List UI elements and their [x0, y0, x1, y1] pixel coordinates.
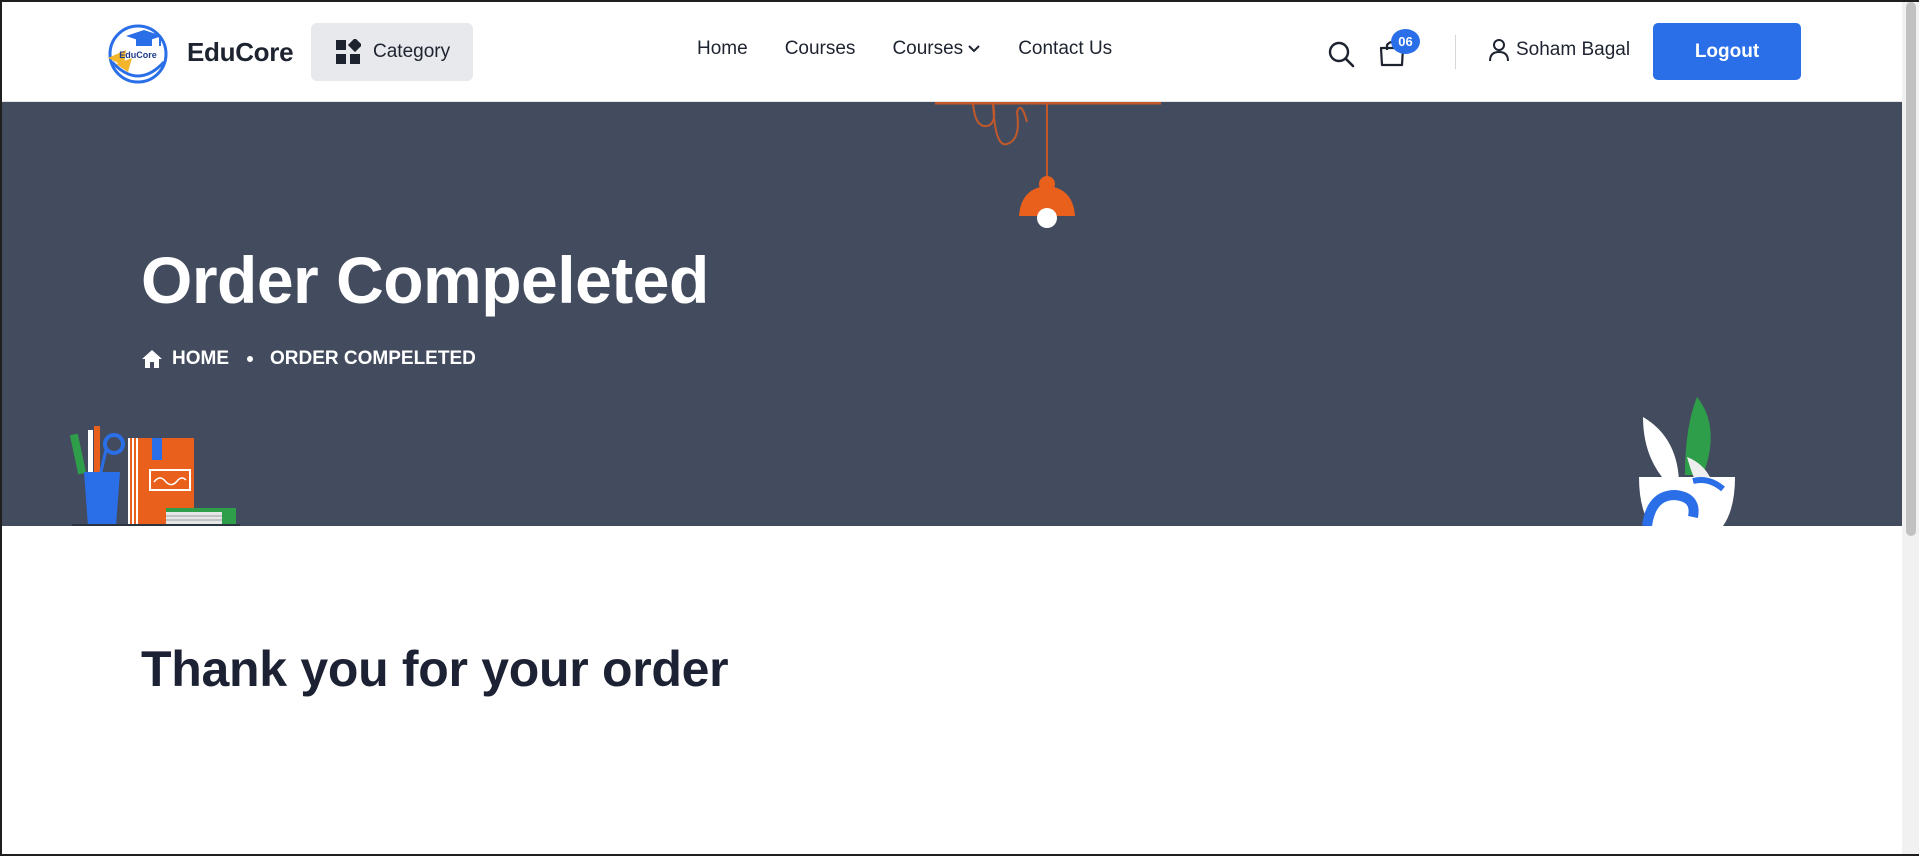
logo-text: EduCore: [119, 50, 157, 60]
user-icon: [1489, 39, 1509, 62]
educore-logo[interactable]: EduCore: [98, 20, 178, 84]
breadcrumb-current: ORDER COMPELETED: [270, 348, 476, 369]
breadcrumb: HOME ORDER COMPELETED: [141, 348, 476, 370]
chevron-down-icon: [968, 45, 980, 53]
nav-home[interactable]: Home: [697, 38, 748, 60]
main-nav: Home Courses Courses Contact Us: [697, 38, 1112, 60]
scrollbar-thumb[interactable]: [1906, 2, 1916, 536]
search-icon[interactable]: [1327, 40, 1355, 68]
logout-button[interactable]: Logout: [1653, 23, 1801, 80]
page-banner: Order Compeleted HOME ORDER COMPELETED: [0, 102, 1902, 526]
category-label: Category: [373, 41, 451, 62]
home-icon[interactable]: [141, 349, 163, 369]
plant-pot-illustration: [1639, 397, 1735, 526]
nav-courses[interactable]: Courses: [785, 38, 856, 60]
books-pencil-cup-illustration: [70, 426, 240, 526]
breadcrumb-home[interactable]: HOME: [172, 348, 229, 370]
category-grid-icon: [336, 39, 361, 64]
nav-courses-dropdown[interactable]: Courses: [892, 38, 981, 60]
nav-courses-dropdown-label: Courses: [892, 38, 964, 59]
nav-contact-us[interactable]: Contact Us: [1018, 38, 1112, 60]
site-header: EduCore EduCore Category Home Courses Co…: [0, 0, 1902, 102]
page-title: Order Compeleted: [141, 243, 709, 317]
hanging-lamp-illustration: [935, 102, 1161, 228]
user-name: Soham Bagal: [1516, 39, 1631, 60]
header-divider: [1455, 35, 1456, 69]
breadcrumb-separator: [247, 356, 253, 362]
user-profile[interactable]: Soham Bagal: [1488, 38, 1630, 62]
brand-name[interactable]: EduCore: [187, 37, 294, 68]
category-button[interactable]: Category: [311, 23, 473, 81]
thank-you-heading: Thank you for your order: [141, 641, 729, 697]
cart-count-badge[interactable]: 06: [1391, 29, 1420, 54]
